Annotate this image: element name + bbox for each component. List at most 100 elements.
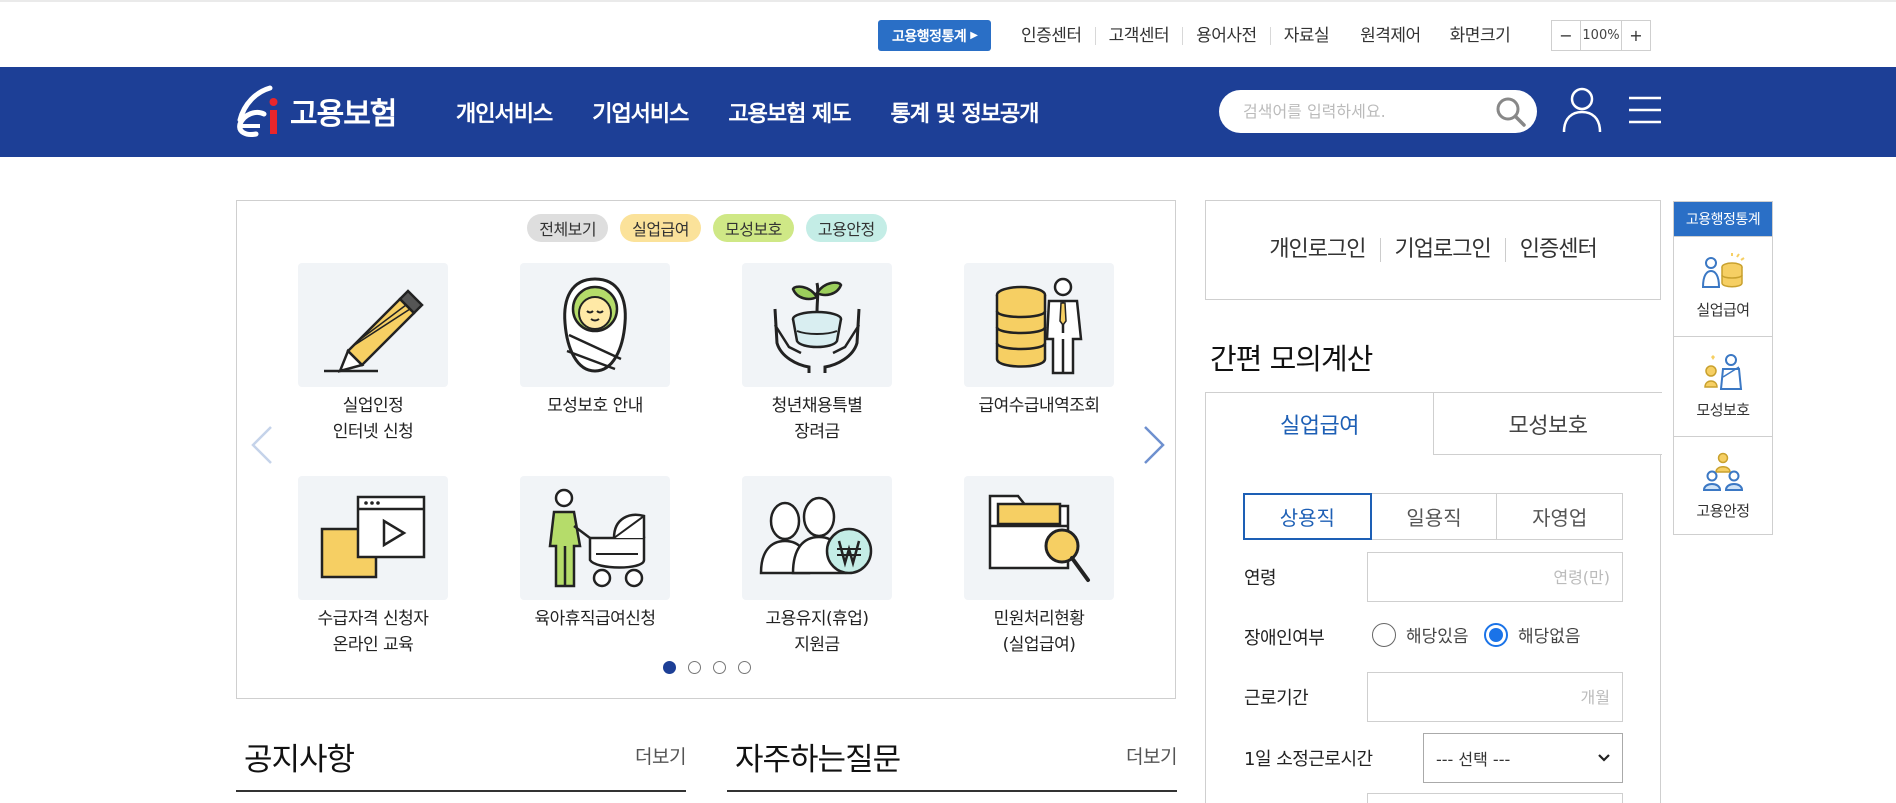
employment-statistics-button[interactable]: 고용행정통계 ▶ [878, 20, 992, 51]
stroller-icon [548, 488, 646, 588]
side-item-label: 모성보호 [1696, 401, 1750, 419]
hamburger-menu-icon[interactable] [1628, 93, 1662, 127]
link-remote-control[interactable]: 원격제어 [1342, 27, 1434, 45]
carousel-pagination [237, 661, 1177, 674]
search-icon[interactable] [1495, 96, 1527, 128]
tab-unemployment-benefit[interactable]: 실업급여 [1205, 392, 1434, 455]
search-box [1219, 90, 1537, 133]
simple-calculator: 실업급여 모성보호 상용직 일용직 자영업 연령 장애인여부 해당있음 해당없음… [1205, 392, 1662, 803]
side-item-employment-stability[interactable]: 고용안정 [1674, 436, 1772, 536]
carousel-dot-4[interactable] [738, 661, 751, 674]
filter-employment-stability[interactable]: 고용안정 [805, 214, 887, 242]
disability-yes-label: 해당있음 [1406, 627, 1469, 647]
link-certification-center[interactable]: 인증센터 [1008, 27, 1095, 45]
work-period-input[interactable] [1367, 672, 1623, 722]
filter-all[interactable]: 전체보기 [527, 214, 609, 242]
carousel-dot-1[interactable] [663, 661, 676, 674]
nav-statistics-disclosure[interactable]: 통계 및 정보공개 [891, 96, 1040, 128]
chevron-down-icon [1598, 754, 1610, 762]
disability-no-label: 해당없음 [1518, 627, 1581, 647]
work-hours-row: 1일 소정근로시간 --- 선택 --- [1244, 733, 1623, 783]
age-label: 연령 [1244, 568, 1277, 589]
certification-center-link[interactable]: 인증센터 [1504, 238, 1611, 262]
search-input[interactable] [1243, 90, 1483, 133]
disability-no-radio[interactable]: 해당없음 [1484, 622, 1581, 647]
item-caption-line1: 급여수급내역조회 [978, 396, 1100, 416]
people-group-icon [1702, 452, 1744, 491]
quick-item-online-education[interactable]: 수급자격 신청자 온라인 교육 [297, 476, 449, 658]
zoom-control: − 100% + [1551, 20, 1651, 51]
item-caption-line2: 온라인 교육 [332, 635, 414, 655]
employment-statistics-label: 고용행정통계 [892, 28, 967, 45]
carousel-dot-2[interactable] [688, 661, 701, 674]
tab-maternity-protection[interactable]: 모성보호 [1433, 392, 1662, 455]
plant-hands-icon [773, 281, 861, 373]
side-quick-links: 고용행정통계 실업급여 모성보호 고용안정 [1673, 201, 1773, 535]
radio-circle-selected [1484, 622, 1508, 647]
work-type-regular[interactable]: 상용직 [1243, 493, 1372, 540]
business-login-link[interactable]: 기업로그인 [1379, 238, 1505, 262]
carousel-dot-3[interactable] [713, 661, 726, 674]
disability-yes-radio[interactable]: 해당있음 [1372, 622, 1469, 647]
item-caption-line2: (실업급여) [1002, 635, 1076, 655]
person-coins-icon [1701, 253, 1745, 288]
work-type-daily[interactable]: 일용직 [1370, 493, 1498, 540]
zoom-level: 100% [1580, 21, 1622, 50]
category-filters: 전체보기 실업급여 모성보호 고용안정 [237, 214, 1177, 242]
quick-item-complaint-status[interactable]: 민원처리현황 (실업급여) [963, 476, 1115, 658]
work-hours-select[interactable]: --- 선택 --- [1423, 733, 1623, 783]
side-header[interactable]: 고용행정통계 [1674, 202, 1772, 236]
quick-service-carousel: 전체보기 실업급여 모성보호 고용안정 실업인정 인터넷 신청 모성보호 안내 … [236, 200, 1176, 699]
quick-item-parental-leave[interactable]: 육아휴직급여신청 [519, 476, 671, 632]
filter-maternity[interactable]: 모성보호 [713, 214, 794, 242]
nav-insurance-system[interactable]: 고용보험 제도 [728, 96, 851, 128]
age-row: 연령 [1244, 552, 1623, 602]
quick-item-unemployment-recognition[interactable]: 실업인정 인터넷 신청 [297, 263, 449, 445]
pencil-icon [324, 289, 424, 373]
age-input[interactable] [1367, 552, 1623, 602]
login-box: 개인로그인 기업로그인 인증센터 [1205, 200, 1661, 300]
quick-item-maternity-guide[interactable]: 모성보호 안내 [519, 263, 671, 419]
side-item-unemployment[interactable]: 실업급여 [1674, 236, 1772, 336]
zoom-out-button[interactable]: − [1552, 21, 1580, 50]
quick-item-benefit-history[interactable]: 급여수급내역조회 [963, 263, 1115, 419]
people-won-icon [759, 496, 873, 575]
link-customer-center[interactable]: 고객센터 [1094, 27, 1183, 45]
quick-item-youth-hiring-incentive[interactable]: 청년채용특별 장려금 [741, 263, 893, 445]
tile [520, 263, 670, 387]
quick-item-employment-retention-subsidy[interactable]: 고용유지(휴업) 지원금 [741, 476, 893, 658]
faq-more-link[interactable]: 더보기 [1126, 742, 1177, 769]
carousel-prev-arrow-icon[interactable] [249, 423, 275, 467]
work-hours-selected-value: --- 선택 --- [1436, 750, 1511, 769]
partial-input[interactable] [1367, 793, 1623, 803]
link-archive[interactable]: 자료실 [1269, 27, 1342, 45]
disability-label: 장애인여부 [1244, 628, 1325, 649]
utility-links: 인증센터 고객센터 용어사전 자료실 원격제어 화면크기 [1008, 22, 1516, 50]
item-caption-line1: 실업인정 [342, 396, 404, 416]
caret-right-icon: ▶ [970, 30, 978, 41]
tile [520, 476, 670, 600]
filter-unemployment[interactable]: 실업급여 [620, 214, 701, 242]
baby-icon [563, 277, 627, 373]
notice-more-link[interactable]: 더보기 [635, 742, 686, 769]
screen-size-label: 화면크기 [1449, 26, 1511, 46]
link-glossary[interactable]: 용어사전 [1182, 27, 1270, 45]
disability-row: 장애인여부 해당있음 해당없음 [1244, 612, 1623, 662]
side-item-maternity[interactable]: 모성보호 [1674, 336, 1772, 436]
global-nav: 개인서비스 기업서비스 고용보험 제도 통계 및 정보공개 [456, 67, 1079, 157]
work-type-selector: 상용직 일용직 자영업 [1243, 493, 1624, 540]
tile [964, 263, 1114, 387]
work-period-row: 근로기간 [1244, 672, 1623, 722]
work-type-self-employed[interactable]: 자영업 [1496, 493, 1624, 540]
personal-login-link[interactable]: 개인로그인 [1255, 238, 1379, 262]
logo-text: 고용보험 [290, 97, 397, 132]
site-logo[interactable]: 고용보험 [234, 81, 397, 141]
item-caption-line2: 지원금 [794, 635, 840, 655]
zoom-in-button[interactable]: + [1622, 21, 1650, 50]
nav-personal-service[interactable]: 개인서비스 [456, 96, 553, 128]
radio-circle [1372, 622, 1396, 647]
nav-business-service[interactable]: 기업서비스 [592, 96, 689, 128]
notice-title: 공지사항 [244, 742, 355, 778]
carousel-next-arrow-icon[interactable] [1141, 423, 1167, 467]
user-icon[interactable] [1562, 86, 1602, 134]
